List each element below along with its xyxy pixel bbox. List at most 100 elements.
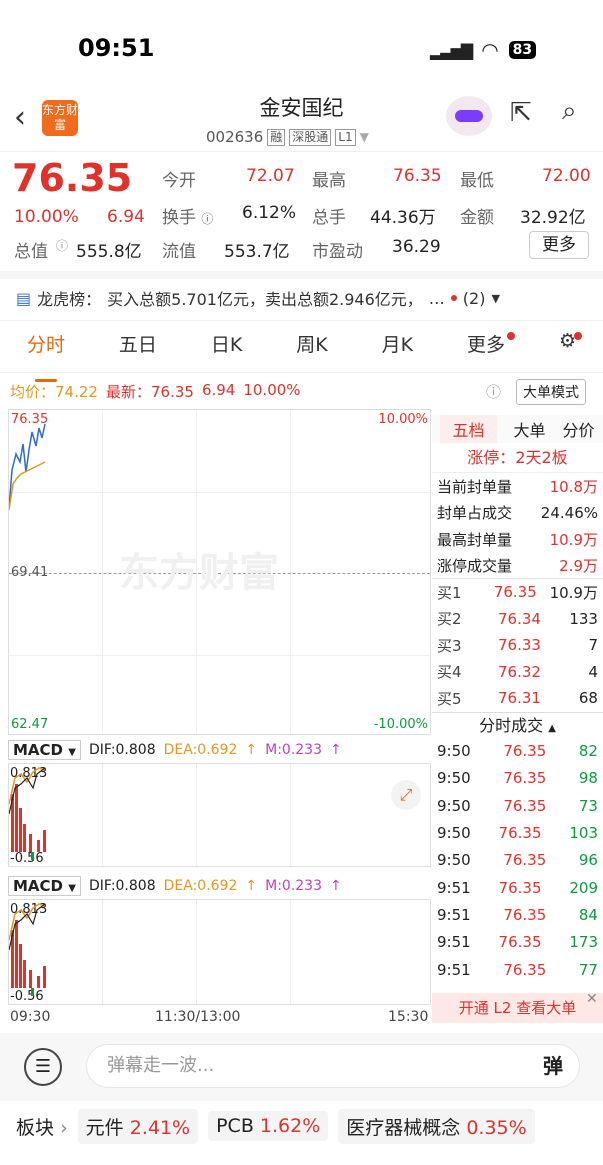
status-time: 09:51 xyxy=(78,34,155,62)
dragon-tiger-row[interactable]: ▤ 龙虎榜： 买入总额5.701亿元，卖出总额2.946亿元， … (2) ▼ xyxy=(16,286,500,310)
tab-intraday[interactable]: 分时 xyxy=(21,330,71,382)
ticks-title[interactable]: 分时成交 ▲ xyxy=(432,711,603,738)
stock-code: 002636 xyxy=(206,128,264,146)
label-amount: 金额 xyxy=(460,208,494,228)
tab-five-levels[interactable]: 五档 xyxy=(440,415,497,443)
stat-row: 当前封单量 10.8万 xyxy=(437,477,598,496)
sector-label[interactable]: 板块 › xyxy=(16,1113,68,1140)
tab-5day[interactable]: 五日 xyxy=(113,330,163,370)
stock-code-row[interactable]: 002636 融 深股通 L1 ▼ xyxy=(206,128,369,146)
tick-row: 9:51 76.35 84 xyxy=(437,905,598,924)
sector-chip[interactable]: 元件 2.41% xyxy=(77,1108,199,1144)
battery-icon: 83 xyxy=(508,41,537,59)
lhb-ellipsis: … xyxy=(428,288,445,308)
stat-row: 最高封单量 10.9万 xyxy=(437,530,598,549)
tick-row: 9:50 76.35 103 xyxy=(437,824,598,843)
lhb-label: 龙虎榜： xyxy=(37,290,102,309)
value-open: 72.07 xyxy=(246,166,295,186)
order-panel: 五档 大单 分价 涨停：2天2板 当前封单量 10.8万 封单占成交 24.46% … xyxy=(432,415,603,983)
tab-big-orders[interactable]: 大单 xyxy=(513,417,545,441)
bid-row: 买1 76.35 10.9万 xyxy=(437,583,598,602)
change-percent: 10.00% xyxy=(14,207,79,227)
chevron-down-icon: ▼ xyxy=(359,130,369,144)
value-turnover: 6.12% xyxy=(242,203,297,223)
signal-icon: ▂▃▅▇ xyxy=(430,40,473,60)
assistant-avatar[interactable] xyxy=(446,96,492,136)
indicator-select[interactable]: MACD ▼ xyxy=(8,740,81,760)
tab-monthly-k[interactable]: 月K xyxy=(376,330,419,370)
tick-row: 9:50 76.35 96 xyxy=(437,851,598,870)
avg-price: 74.22 xyxy=(55,383,98,401)
time-start: 09:30 xyxy=(10,1009,51,1025)
latest-change: 6.94 xyxy=(201,381,236,399)
tab-weekly-k[interactable]: 周K xyxy=(290,330,333,370)
value-pe: 36.29 xyxy=(392,237,441,257)
list-icon: ▤ xyxy=(16,288,32,308)
avg-row: 均价：74.22 最新：76.35 6.94 10.00% xyxy=(10,381,301,401)
status-icons: ▂▃▅▇ ◠ 83 xyxy=(430,38,537,62)
label-market-cap: 总值 xyxy=(14,242,48,262)
bid-row: 买4 76.32 4 xyxy=(437,662,598,682)
macd-chart: 0.813 -0.56 ⤢ xyxy=(8,763,431,867)
stat-row: 封单占成交 24.46% xyxy=(437,503,598,523)
label-low: 最低 xyxy=(460,171,494,191)
tick-row: 9:50 76.35 82 xyxy=(437,742,598,761)
tab-daily-k[interactable]: 日K xyxy=(205,330,248,370)
tag-connect: 深股通 xyxy=(289,128,332,146)
value-low: 72.00 xyxy=(542,166,591,186)
current-price: 76.35 xyxy=(12,156,133,200)
bid-row: 买2 76.34 133 xyxy=(437,609,598,629)
value-high: 76.35 xyxy=(393,166,442,186)
settings-gear-icon[interactable]: ⚙ xyxy=(553,330,582,370)
danmu-toggle-button[interactable]: 弹 xyxy=(534,1048,572,1084)
danmu-input[interactable]: 弹幕走一波... xyxy=(86,1044,580,1088)
tick-row: 9:51 76.35 173 xyxy=(437,933,598,952)
tick-row: 9:50 76.35 73 xyxy=(437,796,598,815)
indicator-select[interactable]: MACD ▼ xyxy=(8,876,81,896)
tag-level: L1 xyxy=(335,128,356,146)
chevron-down-icon: ▼ xyxy=(491,291,500,305)
price-line xyxy=(9,423,46,509)
expand-icon[interactable]: ⤢ xyxy=(391,780,421,810)
time-mid: 11:30/13:00 xyxy=(155,1009,241,1025)
latest-pct: 10.00% xyxy=(243,381,301,399)
info-icon[interactable]: ⓘ xyxy=(56,237,68,254)
limit-up-info: 涨停：2天2板 xyxy=(432,443,603,473)
intraday-chart[interactable]: 东方财富 76.35 10.00% 69.41 62.47 -10.00% xyxy=(8,409,431,735)
sector-chip[interactable]: PCB 1.62% xyxy=(208,1111,329,1141)
more-button[interactable]: 更多 xyxy=(529,231,589,259)
value-volume: 44.36万 xyxy=(370,208,436,228)
lhb-count: (2) xyxy=(462,288,486,308)
info-icon[interactable]: ⓘ xyxy=(201,212,213,226)
tick-row: 9:50 76.35 98 xyxy=(437,769,598,788)
search-icon[interactable]: ⌕ xyxy=(562,96,577,127)
danmu-list-icon[interactable]: ☰ xyxy=(24,1048,62,1086)
value-float-cap: 553.7亿 xyxy=(224,242,290,262)
value-amount: 32.92亿 xyxy=(520,208,586,228)
bid-row: 买3 76.33 7 xyxy=(437,636,598,655)
macd-chart-2: 0.813 -0.56 xyxy=(8,899,431,1005)
tab-price-dist[interactable]: 分价 xyxy=(562,417,594,441)
big-order-mode-button[interactable]: 大单模式 xyxy=(516,379,586,405)
latest-price: 76.35 xyxy=(150,383,194,401)
label-float-cap: 流值 xyxy=(162,242,196,262)
lhb-text: 买入总额5.701亿元，卖出总额2.946亿元， xyxy=(107,290,423,309)
tab-more[interactable]: 更多 xyxy=(461,330,516,370)
bid-row: 买5 76.31 68 xyxy=(437,689,598,708)
macd-header-2: MACD ▼ DIF:0.808 DEA:0.692 ↑ M:0.233 ↑ xyxy=(8,875,431,897)
tag-margin: 融 xyxy=(267,128,286,146)
time-end: 15:30 xyxy=(388,1009,429,1025)
label-pe: 市盈动 xyxy=(312,242,363,262)
label-volume: 总手 xyxy=(312,208,346,228)
chart-tabs: 分时 五日 日K 周K 月K 更多 ⚙ xyxy=(0,330,603,382)
tick-row: 9:51 76.35 77 xyxy=(437,960,598,979)
sector-bar: 板块 › 元件 2.41% PCB 1.62% 医疗器械概念 0.35% xyxy=(0,1104,603,1148)
value-market-cap: 555.8亿 xyxy=(76,242,142,262)
help-icon[interactable]: ⓘ xyxy=(486,381,501,402)
change-amount: 6.94 xyxy=(107,207,145,227)
sector-chip[interactable]: 医疗器械概念 0.35% xyxy=(338,1108,535,1144)
share-icon[interactable]: ⇱ xyxy=(510,98,532,128)
macd-header: MACD ▼ DIF:0.808 DEA:0.692 ↑ M:0.233 ↑ xyxy=(8,739,431,761)
l2-upgrade-banner[interactable]: 开通 L2 查看大单 xyxy=(432,993,603,1023)
close-icon[interactable]: ✕ xyxy=(586,991,598,1007)
